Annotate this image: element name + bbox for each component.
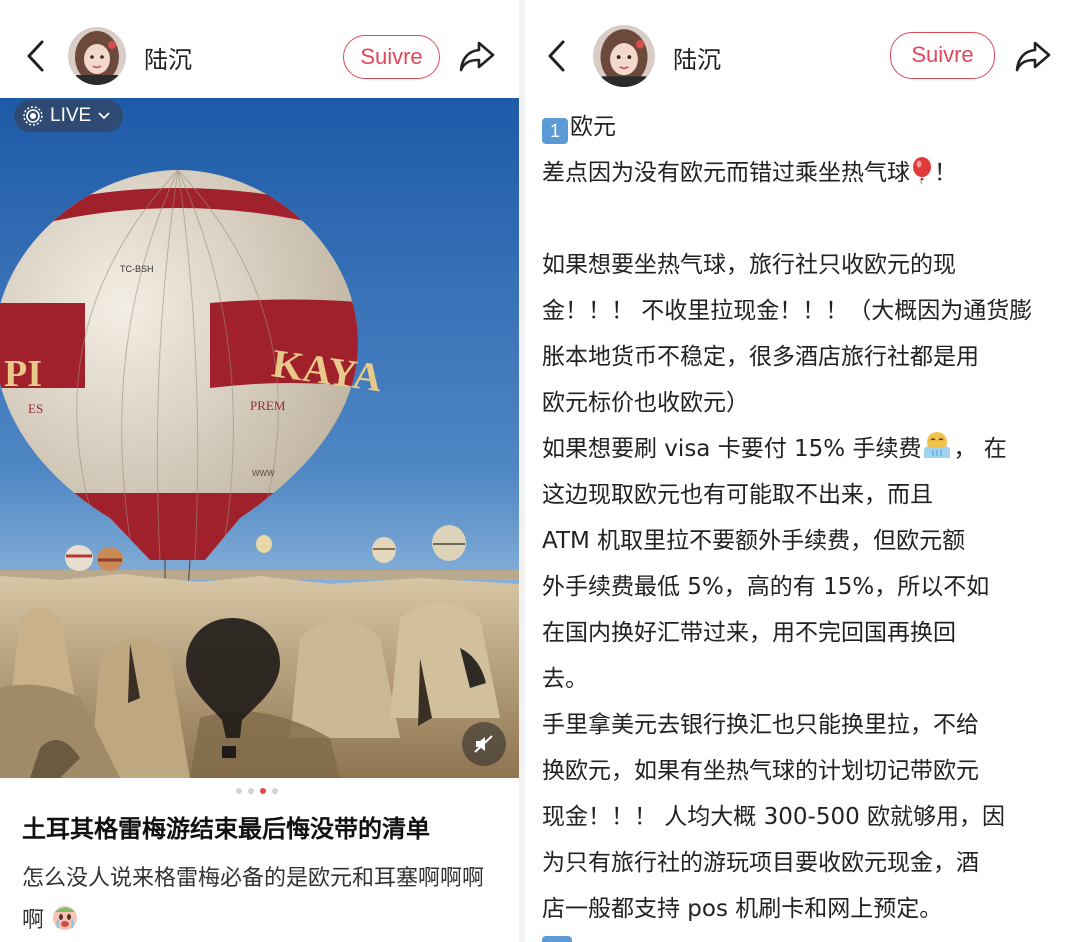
note-body: 1 欧元 差点因为没有欧元而错过乘坐热气球 ！ 如果想要坐热气球，旅行社只收欧元的… [542, 104, 1062, 932]
avatar[interactable] [68, 27, 126, 85]
back-chevron-icon[interactable] [22, 36, 52, 76]
body-line: 现金！！！ 人均大概 300-500 欧就够用，因 [542, 804, 1006, 830]
share-arrow-icon[interactable] [1013, 36, 1053, 76]
chevron-down-icon [98, 112, 110, 120]
keycap-one-icon: 1 [542, 118, 568, 144]
live-icon [23, 106, 43, 126]
balloon-emoji-icon [913, 157, 931, 184]
keycap-partial-icon [542, 936, 572, 942]
body-line: 店一般都支持 pos 机刷卡和网上预定。 [542, 896, 943, 922]
body-line: 如果想要坐热气球，旅行社只收欧元的现 [542, 252, 956, 278]
pagination-dot[interactable] [236, 788, 242, 794]
body-line: 手里拿美元去银行换汇也只能换里拉，不给 [542, 712, 979, 738]
post-panel-right: 陆沉 Suivre 1 欧元 差点因为没有欧元而错过乘坐热气球 ！ 如果想要坐热气… [525, 0, 1080, 942]
note-description: 怎么没人说来格雷梅必备的是欧元和耳塞啊啊啊啊 [22, 858, 502, 942]
body-line: 如果想要刷 visa 卡要付 15% 手续费 ， 在 [542, 426, 1062, 472]
body-text: ！ [934, 160, 957, 186]
live-badge[interactable]: LIVE [14, 100, 124, 132]
balloon-registration: TC-BSH [120, 264, 154, 274]
pagination-dot[interactable] [248, 788, 254, 794]
note-description-text: 怎么没人说来格雷梅必备的是欧元和耳塞啊啊啊啊 [22, 866, 485, 933]
body-line: 去。 [542, 666, 588, 692]
author-name[interactable]: 陆沉 [144, 40, 192, 75]
share-arrow-icon[interactable] [457, 36, 497, 76]
crying-emoji-icon [53, 906, 78, 930]
mute-button[interactable] [462, 722, 506, 766]
balloon-sub: PREM [250, 398, 286, 413]
carousel-pagination [236, 788, 278, 794]
body-line: 外手续费最低 5%，高的有 15%，所以不如 [542, 574, 990, 600]
body-line: 金！！！ 不收里拉现金！！！（大概因为通货膨 [542, 298, 1033, 324]
body-text: 如果想要刷 visa 卡要付 15% 手续费 [542, 436, 922, 462]
body-line: 差点因为没有欧元而错过乘坐热气球 ！ [542, 150, 1062, 196]
balloon-brand-left: PI [4, 353, 42, 395]
balloon-www: WWW [252, 469, 275, 478]
body-text: ， 在 [953, 436, 1007, 462]
body-text: 差点因为没有欧元而错过乘坐热气球 [542, 160, 910, 186]
live-label: LIVE [50, 105, 92, 126]
avatar[interactable] [593, 25, 655, 87]
body-line: 欧元标价也收欧元） [542, 390, 749, 416]
body-line-empty [542, 196, 1062, 242]
note-title: 土耳其格雷梅游结束最后悔没带的清单 [22, 815, 430, 843]
body-line: 胀本地货币不稳定，很多酒店旅行社都是用 [542, 344, 979, 370]
mute-icon [474, 735, 493, 753]
post-photo[interactable]: TC-BSH PI KAYA PREM ES WWW [0, 98, 519, 778]
post-panel-left: 陆沉 Suivre TC-BSH PI KAYA PREM ES WWW LIV… [0, 0, 519, 942]
post-header: 陆沉 Suivre [525, 0, 1080, 98]
author-name[interactable]: 陆沉 [673, 40, 721, 75]
body-text: 欧元 [570, 114, 616, 140]
pagination-dot[interactable] [272, 788, 278, 794]
balloon-sub-left: ES [28, 401, 43, 416]
follow-button[interactable]: Suivre [343, 35, 440, 79]
body-line: 这边现取欧元也有可能取不出来，而且 [542, 482, 933, 508]
body-line: ATM 机取里拉不要额外手续费，但欧元额 [542, 528, 966, 554]
body-line: 为只有旅行社的游玩项目要收欧元现金，酒 [542, 850, 979, 876]
hand-emoji-icon [924, 432, 951, 458]
follow-button[interactable]: Suivre [890, 32, 995, 79]
body-line: 1 欧元 [542, 104, 1062, 150]
pagination-dot-active[interactable] [260, 788, 266, 794]
post-header: 陆沉 Suivre [0, 0, 519, 98]
body-line: 换欧元，如果有坐热气球的计划切记带欧元 [542, 758, 979, 784]
back-chevron-icon[interactable] [543, 36, 573, 76]
body-line: 在国内换好汇带过来，用不完回国再换回 [542, 620, 956, 646]
